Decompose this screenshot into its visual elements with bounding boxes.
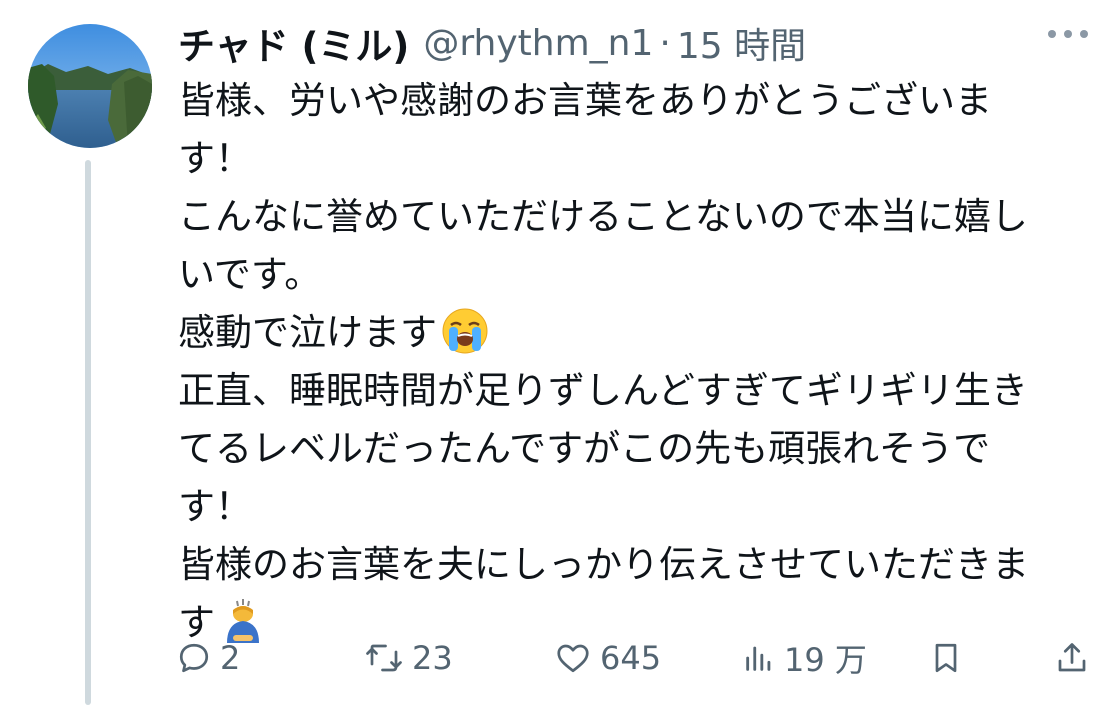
tweet-line: いです。 [178,253,322,296]
views-count: 19 万 [784,641,867,679]
loudly-crying-face-icon [442,308,488,354]
tweet-line: 正直、睡眠時間が足りずしんどすぎてギリギリ生き [178,369,1028,412]
reply-icon [179,643,209,673]
tweet-actions: 2 23 645 19 万 [176,632,1096,684]
tweet-line: 皆様のお言葉を夫にしっかり伝えさせていただきま [178,543,1029,586]
tweet-line: す！ [178,485,252,528]
share-button[interactable] [1054,632,1090,684]
reply-button[interactable]: 2 [176,632,240,684]
more-dot [1048,30,1056,38]
more-icon[interactable] [1048,30,1088,38]
tweet-line: こんなに誉めていただけることないので本当に嬉し [178,195,1028,238]
display-name[interactable]: チャド (ミル) [178,16,409,70]
timestamp[interactable]: 15 時間 [677,17,806,69]
heart-icon [557,644,589,673]
thread-line [85,160,91,705]
bookmark-icon [935,643,957,673]
bookmark-button[interactable] [928,632,964,684]
tweet-line: す！ [178,137,252,180]
avatar[interactable] [28,24,152,148]
views-button[interactable]: 19 万 [742,632,867,684]
user-handle[interactable]: @rhythm_n1 [423,23,653,64]
like-count: 645 [600,639,662,677]
tweet[interactable]: チャド (ミル) @rhythm_n1 · 15 時間 皆様、労いや感謝のお言葉… [0,0,1110,705]
retweet-button[interactable]: 23 [364,632,453,684]
tweet-line-text: 感動で泣けます [178,311,437,354]
retweet-count: 23 [412,639,453,677]
avatar-image [28,24,152,148]
tweet-line: 感動で泣けます [178,304,1088,362]
tweet-text: 皆様、労いや感謝のお言葉をありがとうございま す！ こんなに誉めていただけること… [178,72,1088,652]
tweet-header: チャド (ミル) @rhythm_n1 · 15 時間 [178,16,806,70]
retweet-icon [366,644,402,672]
more-dot [1080,30,1088,38]
more-dot [1064,30,1072,38]
tweet-line: 皆様、労いや感謝のお言葉をありがとうございま [178,79,992,122]
views-icon [746,646,771,671]
tweet-line: てるレベルだったんですがこの先も頑張れそうで [178,427,991,470]
reply-count: 2 [220,639,241,677]
like-button[interactable]: 645 [554,632,661,684]
share-icon [1058,643,1086,672]
separator: · [659,22,671,64]
